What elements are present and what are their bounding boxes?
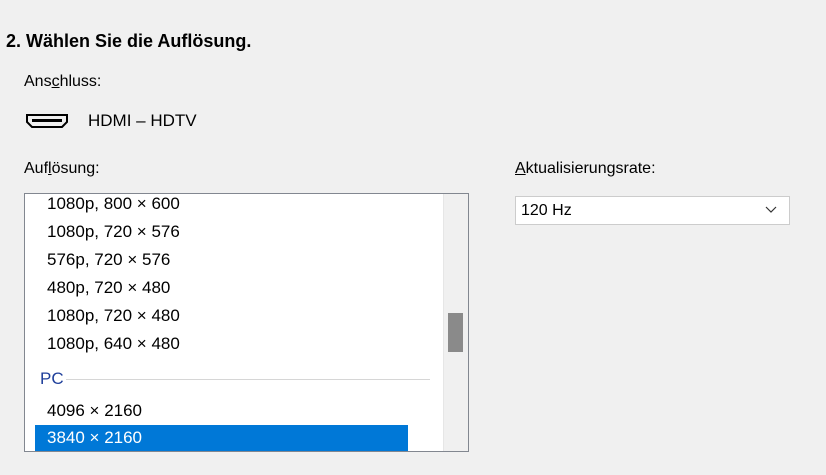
list-item[interactable]: 480p, 720 × 480 xyxy=(35,275,408,301)
refresh-rate-label: Aktualisierungsrate: xyxy=(515,160,656,177)
resolution-label: Auflösung: xyxy=(24,160,100,177)
group-header-pc: PC xyxy=(40,366,430,392)
connector-name: HDMI – HDTV xyxy=(88,111,197,130)
resolution-listbox[interactable]: 1080p, 800 × 600 1080p, 720 × 576 576p, … xyxy=(24,193,469,452)
list-item[interactable]: 1080p, 720 × 480 xyxy=(35,303,408,329)
list-item[interactable]: 4096 × 2160 xyxy=(35,398,408,424)
connector-label: Anschluss: xyxy=(24,73,102,90)
group-divider xyxy=(66,379,430,380)
refresh-rate-value: 120 Hz xyxy=(521,202,572,219)
scrollbar-thumb[interactable] xyxy=(448,313,463,352)
section-title: 2. Wählen Sie die Auflösung. xyxy=(6,31,252,51)
list-item[interactable]: 1080p, 640 × 480 xyxy=(35,331,408,357)
refresh-rate-dropdown[interactable]: 120 Hz xyxy=(515,196,790,225)
list-item[interactable]: 576p, 720 × 576 xyxy=(35,247,408,273)
resolution-list: 1080p, 800 × 600 1080p, 720 × 576 576p, … xyxy=(25,194,443,451)
list-item[interactable]: 1080p, 720 × 576 xyxy=(35,219,408,245)
scrollbar[interactable] xyxy=(443,194,468,451)
hdmi-icon xyxy=(26,114,68,128)
list-item[interactable]: 1080p, 800 × 600 xyxy=(35,194,408,217)
list-item-selected[interactable]: 3840 × 2160 xyxy=(35,425,408,451)
chevron-down-icon xyxy=(765,206,777,213)
